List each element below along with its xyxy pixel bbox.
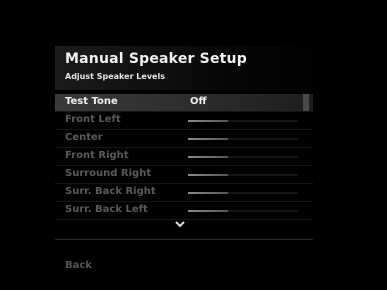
row-label: Front Left: [65, 114, 121, 125]
chevron-down-icon[interactable]: [175, 220, 185, 231]
level-bar: [188, 138, 228, 140]
row-label: Test Tone: [65, 96, 118, 107]
test-tone-value: Off: [190, 96, 207, 107]
page-subtitle: Adjust Speaker Levels: [65, 72, 165, 81]
row-center[interactable]: Center: [55, 130, 313, 148]
page-title: Manual Speaker Setup: [65, 51, 247, 67]
row-label: Surr. Back Right: [65, 186, 156, 197]
level-bar: [188, 156, 228, 158]
level-bar: [188, 192, 228, 194]
row-label: Surround Right: [65, 168, 152, 179]
row-label: Center: [65, 132, 103, 143]
row-surr-back-left[interactable]: Surr. Back Left: [55, 202, 313, 220]
row-front-right[interactable]: Front Right: [55, 148, 313, 166]
level-bar: [188, 210, 228, 212]
row-label: Front Right: [65, 150, 129, 161]
row-label: Surr. Back Left: [65, 204, 148, 215]
scrollbar[interactable]: [303, 94, 309, 111]
level-bar: [188, 120, 228, 122]
row-surr-back-right[interactable]: Surr. Back Right: [55, 184, 313, 202]
row-test-tone[interactable]: Test Tone Off: [55, 94, 313, 112]
row-surround-right[interactable]: Surround Right: [55, 166, 313, 184]
speaker-level-list: Test Tone Off Front Left Center Front Ri…: [55, 94, 313, 220]
speaker-setup-panel: Manual Speaker Setup Adjust Speaker Leve…: [55, 46, 313, 284]
back-button[interactable]: Back: [65, 260, 92, 271]
divider: [55, 239, 313, 240]
level-bar: [188, 174, 228, 176]
row-front-left[interactable]: Front Left: [55, 112, 313, 130]
